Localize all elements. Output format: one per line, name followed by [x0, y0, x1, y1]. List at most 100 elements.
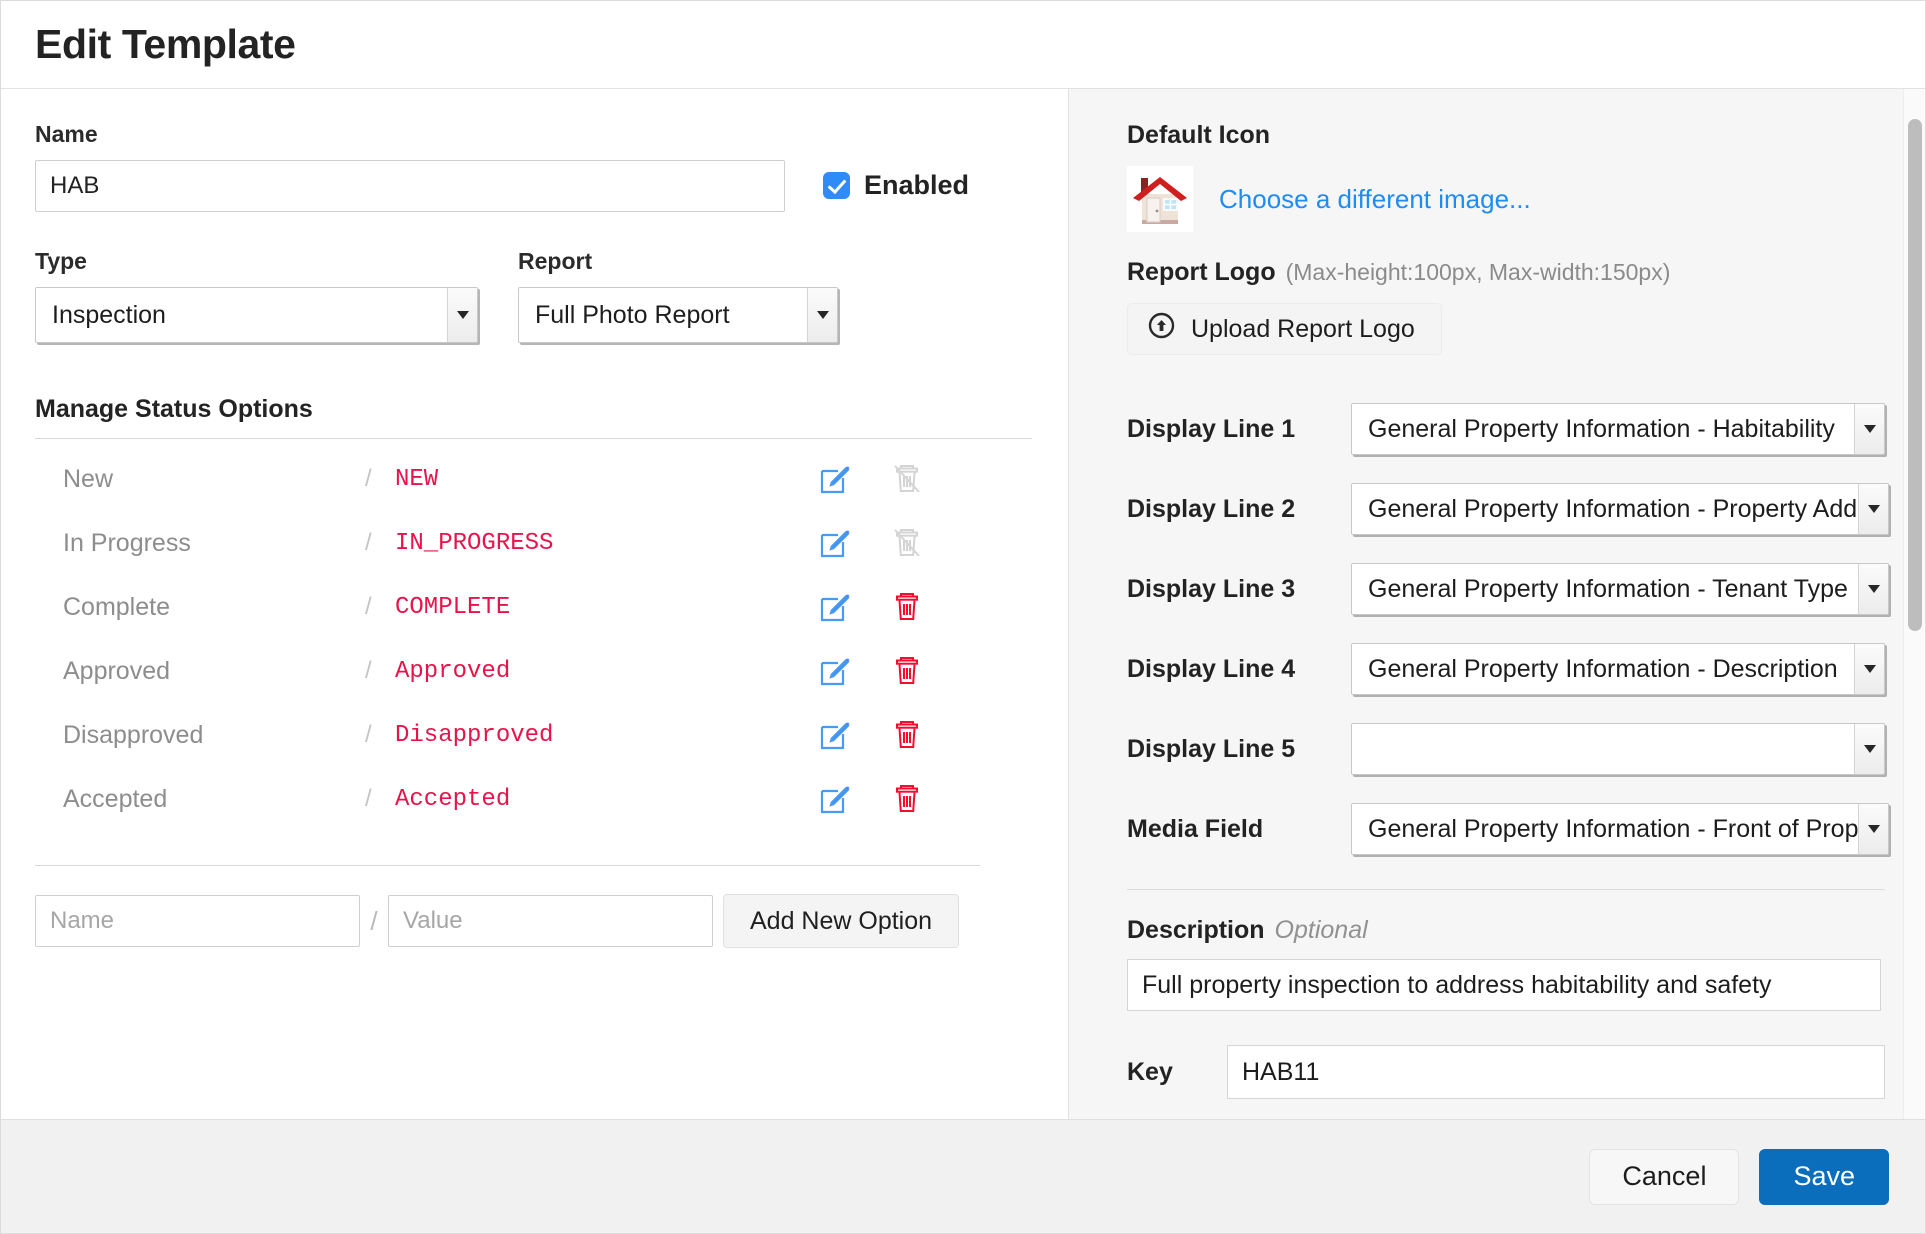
scrollbar-thumb[interactable] [1908, 119, 1922, 631]
status-option-value: NEW [395, 465, 439, 493]
new-option-name-input[interactable] [35, 895, 360, 947]
enabled-checkbox[interactable] [823, 172, 850, 199]
chevron-down-icon[interactable] [1854, 724, 1884, 774]
edit-template-modal: Edit Template Name Enabled Type Insp [0, 0, 1926, 1234]
display-line-select-wrap[interactable]: General Property Information - Habitabil… [1351, 403, 1885, 455]
display-line-select[interactable]: General Property Information - Tenant Ty… [1351, 563, 1889, 615]
trash-icon[interactable] [890, 654, 924, 688]
enabled-label: Enabled [864, 170, 970, 200]
status-separator: / [365, 593, 372, 620]
description-input[interactable] [1127, 959, 1881, 1011]
add-new-separator: / [370, 905, 378, 936]
status-option-name: Approved [63, 656, 171, 685]
modal-header: Edit Template [1, 1, 1925, 89]
add-new-divider [35, 865, 980, 866]
chevron-down-icon[interactable] [1858, 804, 1888, 854]
description-label: Description [1127, 916, 1265, 944]
report-field-group: Report Full Photo Report [518, 248, 838, 343]
report-select-wrap[interactable]: Full Photo Report [518, 287, 838, 343]
trash-icon[interactable] [890, 590, 924, 624]
display-line-select[interactable]: General Property Information - Habitabil… [1351, 403, 1885, 455]
choose-different-image-link[interactable]: Choose a different image... [1219, 184, 1531, 215]
name-label: Name [35, 121, 98, 147]
report-select[interactable]: Full Photo Report [518, 287, 838, 343]
display-line-select-wrap[interactable]: General Property Information - Property … [1351, 483, 1889, 535]
trash-icon[interactable] [890, 718, 924, 752]
table-row: In Progress / IN_PROGRESS [35, 511, 980, 575]
display-line-label: Display Line 4 [1127, 654, 1296, 683]
upload-report-logo-label: Upload Report Logo [1191, 314, 1415, 343]
display-line-label: Display Line 1 [1127, 414, 1296, 443]
cancel-button[interactable]: Cancel [1589, 1148, 1740, 1205]
chevron-down-icon[interactable] [1854, 404, 1884, 454]
trash-icon[interactable] [890, 782, 924, 816]
display-line-select-wrap[interactable]: General Property Information - Front of … [1351, 803, 1889, 855]
trash-disabled-icon [890, 462, 924, 496]
display-line-label: Display Line 2 [1127, 494, 1296, 523]
status-separator: / [365, 465, 372, 492]
section-divider [35, 438, 1032, 439]
status-separator: / [365, 657, 372, 684]
display-line-select-wrap[interactable]: General Property Information - Descripti… [1351, 643, 1885, 695]
edit-pencil-icon[interactable] [818, 782, 852, 816]
chevron-down-icon[interactable] [1858, 564, 1888, 614]
chevron-down-icon[interactable] [1854, 644, 1884, 694]
save-button[interactable]: Save [1759, 1148, 1889, 1205]
status-separator: / [365, 529, 372, 556]
enabled-toggle-group[interactable]: Enabled [823, 170, 969, 212]
display-line-row: Media Field General Property Information … [1127, 789, 1889, 869]
display-line-select-wrap[interactable] [1351, 723, 1885, 775]
display-line-select[interactable]: General Property Information - Property … [1351, 483, 1889, 535]
upload-report-logo-button[interactable]: Upload Report Logo [1127, 303, 1442, 355]
table-row: Approved / Approved [35, 639, 980, 703]
display-line-select[interactable] [1351, 723, 1885, 775]
status-options-table: New / NEW In Progress / IN_PROGRESS Complete / C… [35, 447, 980, 831]
edit-pencil-icon[interactable] [818, 526, 852, 560]
edit-pencil-icon[interactable] [818, 462, 852, 496]
new-option-value-input[interactable] [388, 895, 713, 947]
edit-pencil-icon[interactable] [818, 590, 852, 624]
status-option-name: In Progress [63, 528, 191, 557]
status-option-value: Accepted [395, 785, 511, 813]
new-option-name-wrap [35, 895, 360, 947]
status-option-name: New [63, 464, 114, 493]
status-row-actions [818, 590, 980, 624]
right-pane: Default Icon Choose a different image...… [1069, 89, 1925, 1119]
new-option-value-wrap [388, 895, 713, 947]
status-separator: / [365, 721, 372, 748]
display-line-select[interactable]: General Property Information - Front of … [1351, 803, 1889, 855]
type-select-wrap[interactable]: Inspection [35, 287, 478, 343]
display-line-row: Display Line 4 General Property Informati… [1127, 629, 1885, 709]
name-input[interactable] [35, 160, 785, 212]
add-new-option-button[interactable]: Add New Option [723, 894, 960, 948]
key-input[interactable] [1227, 1045, 1885, 1099]
chevron-down-icon[interactable] [447, 288, 477, 342]
chevron-down-icon[interactable] [1858, 484, 1888, 534]
display-line-select-wrap[interactable]: General Property Information - Tenant Ty… [1351, 563, 1889, 615]
right-pane-scrollbar[interactable] [1903, 89, 1925, 1119]
report-logo-hint: (Max-height:100px, Max-width:150px) [1285, 259, 1671, 285]
edit-pencil-icon[interactable] [818, 718, 852, 752]
manage-status-options-title: Manage Status Options [35, 395, 313, 423]
status-row-actions [818, 654, 980, 688]
left-pane: Name Enabled Type Inspection Rep [1, 89, 1069, 1119]
display-line-label: Display Line 5 [1127, 734, 1296, 763]
type-select[interactable]: Inspection [35, 287, 478, 343]
default-icon-row: Choose a different image... [1127, 166, 1885, 232]
type-label: Type [35, 248, 87, 274]
status-option-value: Approved [395, 657, 511, 685]
status-option-name: Disapproved [63, 720, 204, 749]
right-divider [1127, 889, 1885, 890]
table-row: Accepted / Accepted [35, 767, 980, 831]
edit-pencil-icon[interactable] [818, 654, 852, 688]
display-line-row: Display Line 5 [1127, 709, 1885, 789]
table-row: Complete / COMPLETE [35, 575, 980, 639]
status-separator: / [365, 785, 372, 812]
status-option-value: COMPLETE [395, 593, 511, 621]
display-line-select[interactable]: General Property Information - Descripti… [1351, 643, 1885, 695]
type-report-row: Type Inspection Report Full Photo Report [35, 248, 1032, 343]
page-title: Edit Template [35, 21, 296, 67]
status-row-actions [818, 782, 980, 816]
chevron-down-icon[interactable] [807, 288, 837, 342]
add-new-option-row: / Add New Option [35, 894, 1032, 948]
